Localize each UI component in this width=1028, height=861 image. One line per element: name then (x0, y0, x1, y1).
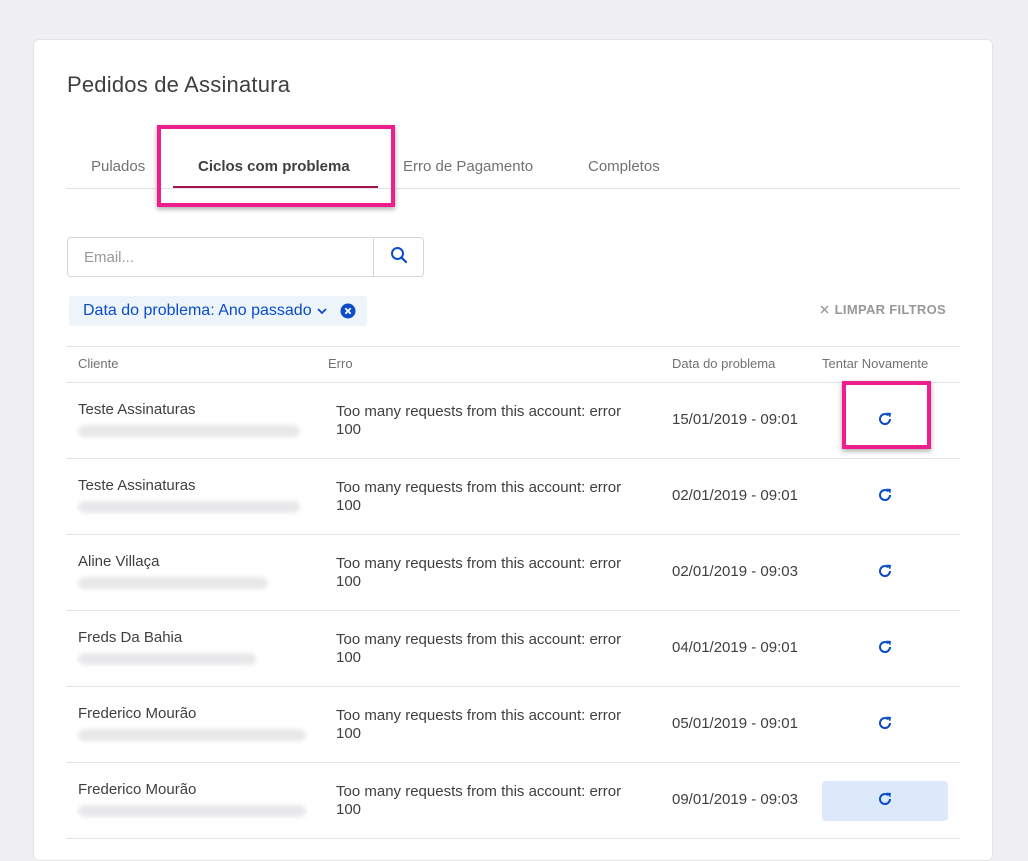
table-row: Freds Da Bahia Too many requests from th… (66, 611, 960, 687)
retry-button[interactable] (822, 401, 948, 441)
retry-button[interactable] (822, 477, 948, 517)
tab-completos[interactable]: Completos (588, 158, 660, 175)
client-email-redacted (78, 501, 300, 513)
close-circle-icon[interactable] (340, 303, 356, 319)
error-message: Too many requests from this account: err… (336, 631, 622, 666)
client-email-redacted (78, 425, 300, 437)
retry-button[interactable] (822, 705, 948, 745)
search-input[interactable] (68, 238, 373, 276)
tab-pulados[interactable]: Pulados (91, 158, 145, 175)
client-name: Aline Villaça (78, 553, 160, 570)
refresh-icon (877, 791, 893, 812)
client-name: Frederico Mourão (78, 781, 197, 798)
client-email-redacted (78, 577, 268, 589)
refresh-icon (877, 411, 893, 432)
error-message: Too many requests from this account: err… (336, 707, 622, 742)
clear-filters-button[interactable]: LIMPAR FILTROS (820, 302, 946, 317)
table-row: Frederico Mourão Too many requests from … (66, 687, 960, 763)
retry-button[interactable] (822, 553, 948, 593)
table-header: Cliente Erro Data do problema Tentar Nov… (66, 346, 960, 383)
active-tab-indicator (173, 186, 378, 188)
refresh-icon (877, 715, 893, 736)
table-row: Aline Villaça Too many requests from thi… (66, 535, 960, 611)
card: Pedidos de Assinatura Pulados Ciclos com… (33, 39, 993, 861)
client-name: Teste Assinaturas (78, 401, 196, 418)
error-message: Too many requests from this account: err… (336, 479, 622, 514)
refresh-icon (877, 563, 893, 584)
search-button[interactable] (373, 238, 423, 276)
header-retry: Tentar Novamente (822, 356, 929, 371)
refresh-icon (877, 639, 893, 660)
retry-button[interactable] (822, 629, 948, 669)
close-icon (820, 302, 829, 317)
table-row: Teste Assinaturas Too many requests from… (66, 459, 960, 535)
problem-date: 02/01/2019 - 09:01 (672, 487, 798, 504)
email-search (67, 237, 424, 277)
problem-date: 15/01/2019 - 09:01 (672, 411, 798, 428)
tab-erro-de-pagamento[interactable]: Erro de Pagamento (403, 158, 533, 175)
clear-filters-label: LIMPAR FILTROS (834, 302, 946, 317)
filter-chip[interactable]: Data do problema: Ano passado (69, 296, 367, 326)
retry-button[interactable] (822, 781, 948, 821)
problem-date: 02/01/2019 - 09:03 (672, 563, 798, 580)
error-message: Too many requests from this account: err… (336, 555, 622, 590)
error-message: Too many requests from this account: err… (336, 783, 622, 818)
tab-bar: Pulados Ciclos com problema Erro de Paga… (66, 150, 960, 189)
page-title: Pedidos de Assinatura (67, 72, 291, 97)
search-icon (390, 246, 408, 269)
problem-cycles-table: Cliente Erro Data do problema Tentar Nov… (66, 346, 960, 839)
client-name: Frederico Mourão (78, 705, 197, 722)
chevron-down-icon (316, 305, 328, 317)
client-email-redacted (78, 653, 256, 665)
client-name: Teste Assinaturas (78, 477, 196, 494)
header-error: Erro (328, 356, 353, 371)
client-name: Freds Da Bahia (78, 629, 183, 646)
client-email-redacted (78, 805, 306, 817)
table-row: Teste Assinaturas Too many requests from… (66, 383, 960, 459)
refresh-icon (877, 487, 893, 508)
error-message: Too many requests from this account: err… (336, 403, 622, 438)
header-date: Data do problema (672, 356, 776, 371)
tab-ciclos-com-problema[interactable]: Ciclos com problema (198, 158, 350, 175)
problem-date: 05/01/2019 - 09:01 (672, 715, 798, 732)
client-email-redacted (78, 729, 306, 741)
header-client: Cliente (78, 356, 119, 371)
problem-date: 04/01/2019 - 09:01 (672, 639, 798, 656)
table-row: Frederico Mourão Too many requests from … (66, 763, 960, 839)
problem-date: 09/01/2019 - 09:03 (672, 791, 798, 808)
filter-chip-label: Data do problema: Ano passado (83, 302, 312, 319)
